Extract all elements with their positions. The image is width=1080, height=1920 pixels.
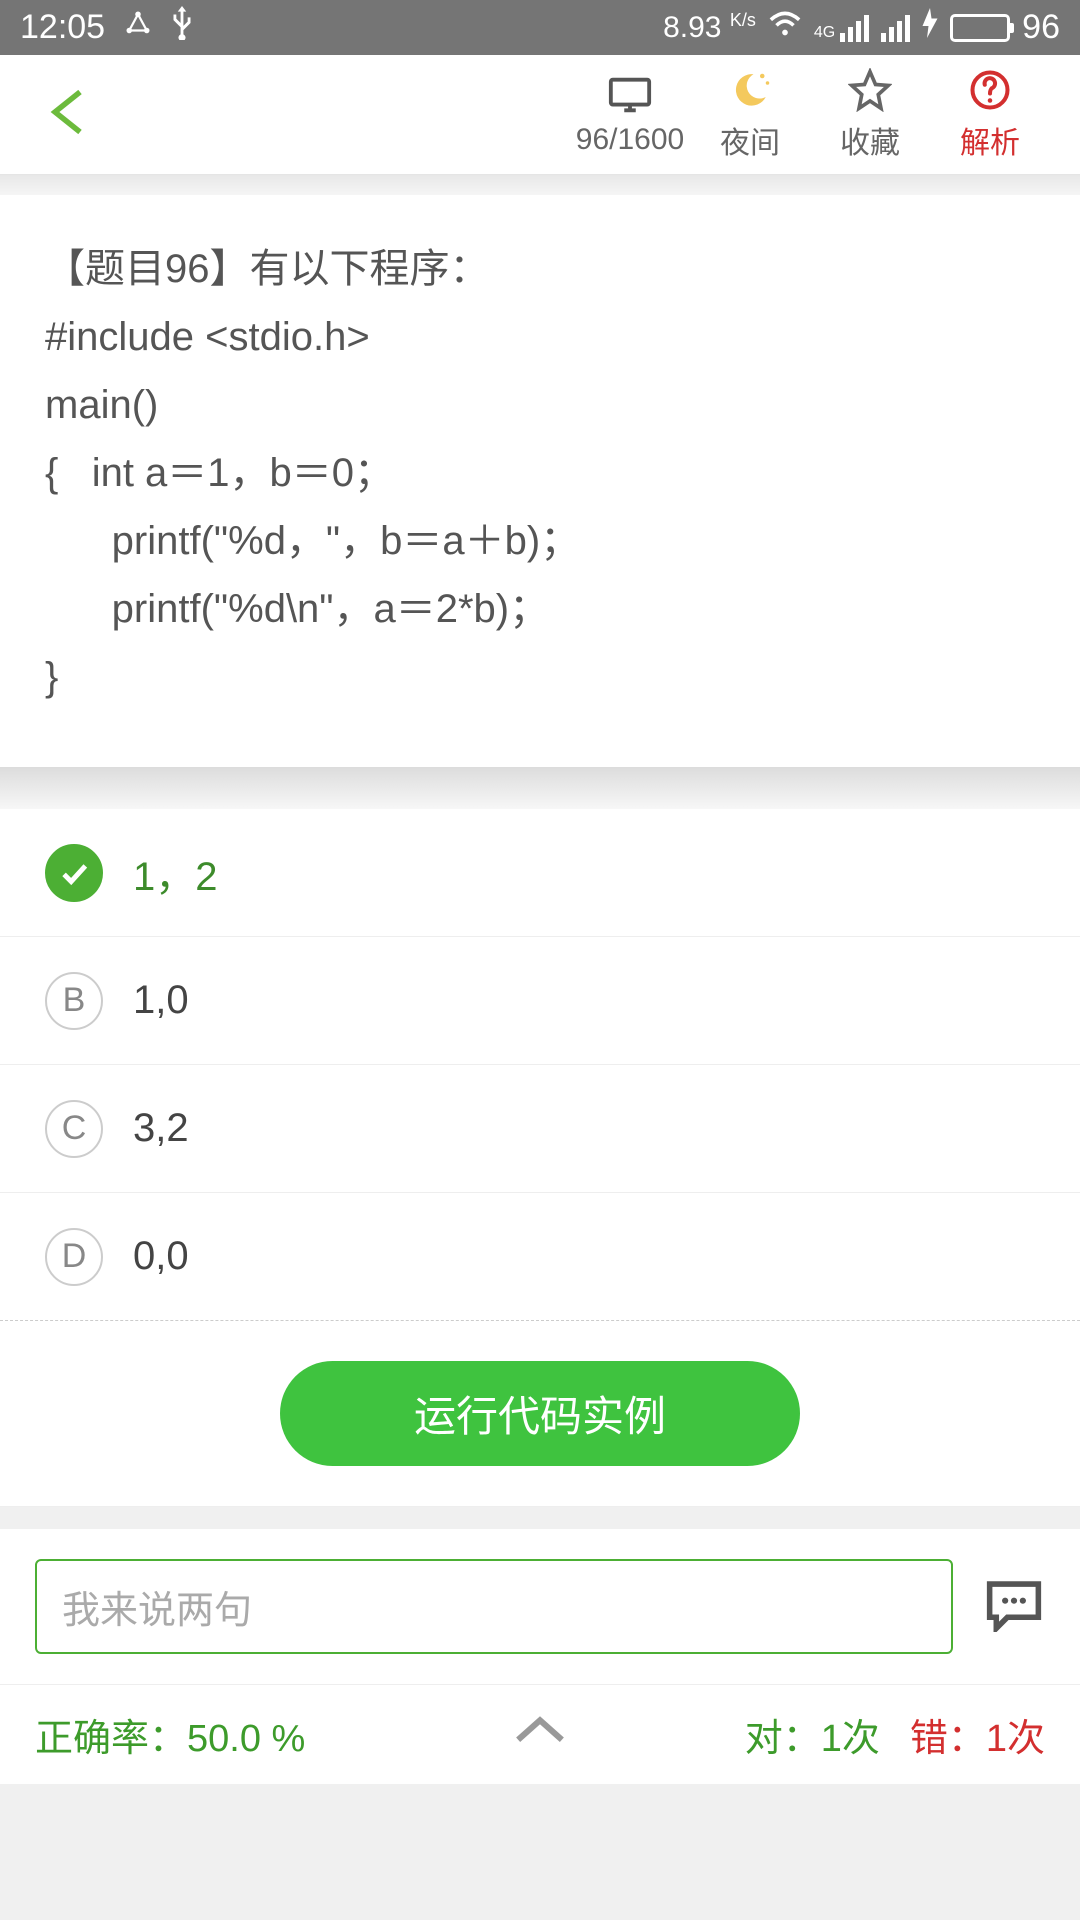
option-text: 3,2 bbox=[133, 1106, 189, 1151]
option-text: 0,0 bbox=[133, 1234, 189, 1279]
option-letter: D bbox=[45, 1228, 103, 1286]
question-title: 【题目96】有以下程序： bbox=[45, 235, 1035, 303]
star-icon bbox=[848, 68, 892, 112]
accuracy-stat: 正确率：50.0 % bbox=[35, 1707, 305, 1762]
chat-icon[interactable] bbox=[983, 1576, 1045, 1637]
favorite-label: 收藏 bbox=[840, 118, 900, 162]
clock-text: 12:05 bbox=[20, 8, 105, 47]
option-text: 1，2 bbox=[133, 844, 218, 902]
expand-button[interactable] bbox=[510, 1713, 570, 1757]
charging-icon bbox=[922, 8, 938, 47]
option-c[interactable]: C 3,2 bbox=[0, 1065, 1080, 1193]
progress-label: 96/1600 bbox=[576, 123, 684, 157]
favorite-button[interactable]: 收藏 bbox=[810, 68, 930, 162]
back-button[interactable] bbox=[40, 82, 100, 147]
help-icon bbox=[969, 68, 1011, 112]
question-code: #include <stdio.h> main() { int a＝1，b＝0；… bbox=[45, 303, 1035, 711]
run-section: 运行代码实例 bbox=[0, 1321, 1080, 1507]
options-list: 1，2 B 1,0 C 3,2 D 0,0 bbox=[0, 809, 1080, 1321]
toolbar: 96/1600 夜间 收藏 解析 bbox=[0, 55, 1080, 175]
check-icon bbox=[45, 844, 103, 902]
battery-pct: 96 bbox=[1022, 8, 1060, 47]
run-code-button[interactable]: 运行代码实例 bbox=[280, 1361, 800, 1466]
stats-bar: 正确率：50.0 % 对：1次 错：1次 bbox=[0, 1684, 1080, 1784]
divider bbox=[0, 767, 1080, 809]
monitor-icon bbox=[607, 73, 653, 117]
analysis-button[interactable]: 解析 bbox=[930, 68, 1050, 162]
battery-icon bbox=[950, 14, 1010, 42]
network-speed: 8.93 K/s bbox=[663, 10, 756, 45]
correct-stat: 对：1次 bbox=[745, 1707, 880, 1762]
wrong-stat: 错：1次 bbox=[910, 1707, 1045, 1762]
option-d[interactable]: D 0,0 bbox=[0, 1193, 1080, 1321]
night-mode-button[interactable]: 夜间 bbox=[690, 68, 810, 162]
option-letter: B bbox=[45, 972, 103, 1030]
signal-4g: 4G bbox=[814, 14, 869, 42]
progress-indicator[interactable]: 96/1600 bbox=[570, 73, 690, 157]
divider bbox=[0, 175, 1080, 195]
share-icon bbox=[123, 8, 153, 47]
signal-icon bbox=[881, 14, 910, 42]
option-letter: C bbox=[45, 1100, 103, 1158]
night-label: 夜间 bbox=[720, 118, 780, 162]
option-b[interactable]: B 1,0 bbox=[0, 937, 1080, 1065]
comment-input[interactable]: 我来说两句 bbox=[35, 1559, 953, 1654]
analysis-label: 解析 bbox=[960, 118, 1020, 162]
wifi-icon bbox=[768, 8, 802, 47]
comment-row: 我来说两句 bbox=[0, 1529, 1080, 1684]
moon-icon bbox=[729, 68, 771, 112]
option-text: 1,0 bbox=[133, 978, 189, 1023]
question-panel: 【题目96】有以下程序： #include <stdio.h> main() {… bbox=[0, 195, 1080, 767]
status-bar: 12:05 8.93 K/s 4G 96 bbox=[0, 0, 1080, 55]
option-a[interactable]: 1，2 bbox=[0, 809, 1080, 937]
usb-icon bbox=[171, 6, 193, 49]
comment-placeholder: 我来说两句 bbox=[62, 1579, 252, 1634]
